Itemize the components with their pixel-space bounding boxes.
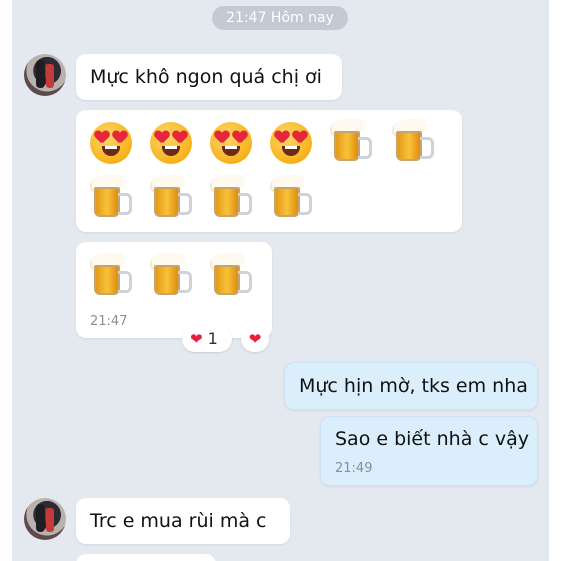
beer-mug-emoji xyxy=(272,176,312,222)
heart-eyes-emoji xyxy=(90,122,132,164)
message-time: 21:47 xyxy=(90,314,128,329)
message-text: Mực khô ngon quá chị ơi xyxy=(90,66,322,88)
message-bubble-outgoing[interactable]: Sao e biết nhà c vậy 21:49 xyxy=(320,416,538,486)
message-bubble-incoming[interactable]: Trc e mua rùi mà c xyxy=(76,498,290,544)
message-text: Mực hịn mờ, tks em nha xyxy=(299,375,528,397)
date-separator: 21:47 Hôm nay xyxy=(212,6,348,30)
reaction-badge[interactable]: ❤ 1 xyxy=(182,326,232,352)
message-bubble-incoming[interactable] xyxy=(76,554,216,561)
sender-avatar[interactable] xyxy=(24,498,66,540)
beer-mug-emoji xyxy=(394,120,434,166)
reaction-count: 1 xyxy=(207,329,218,348)
heart-eyes-emoji xyxy=(150,122,192,164)
message-time: 21:49 xyxy=(335,461,373,476)
beer-mug-emoji xyxy=(152,254,192,300)
sender-avatar[interactable] xyxy=(24,54,66,96)
message-bubble-outgoing[interactable]: Mực hịn mờ, tks em nha xyxy=(284,362,538,410)
beer-mug-emoji xyxy=(212,254,252,300)
beer-mug-emoji xyxy=(152,176,192,222)
heart-eyes-emoji xyxy=(270,122,312,164)
beer-mug-emoji xyxy=(332,120,372,166)
heart-icon: ❤ xyxy=(190,330,203,348)
message-bubble-incoming[interactable]: Mực khô ngon quá chị ơi xyxy=(76,54,342,100)
beer-mug-emoji xyxy=(92,176,132,222)
message-bubble-emoji[interactable]: 21:47 xyxy=(76,242,272,338)
heart-eyes-emoji xyxy=(210,122,252,164)
message-text: Trc e mua rùi mà c xyxy=(90,510,267,532)
quick-react-button[interactable]: ❤ xyxy=(241,326,269,352)
heart-icon: ❤ xyxy=(248,330,262,348)
chat-window: 21:47 Hôm nay Mực khô ngon quá chị ơi 21… xyxy=(12,0,549,561)
message-text: Sao e biết nhà c vậy xyxy=(335,428,529,450)
beer-mug-emoji xyxy=(212,176,252,222)
message-bubble-emoji[interactable] xyxy=(76,110,462,232)
beer-mug-emoji xyxy=(92,254,132,300)
